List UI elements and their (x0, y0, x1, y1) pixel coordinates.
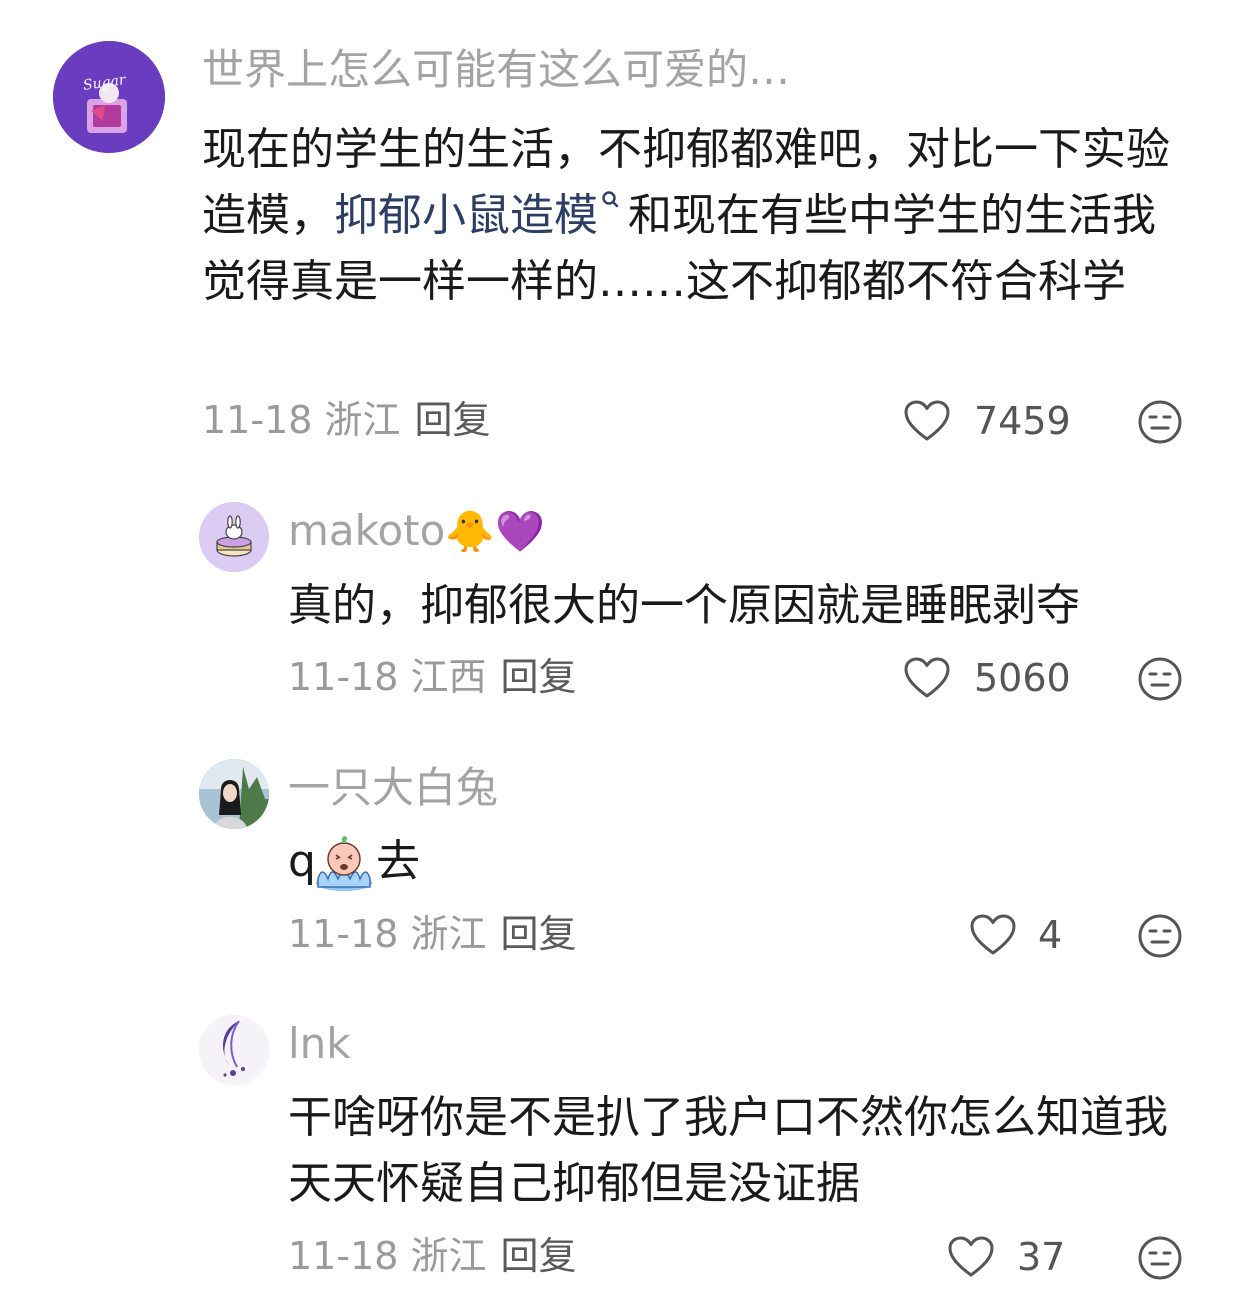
like-count: 5060 (974, 656, 1071, 700)
username-emoji: 🐥💜 (445, 509, 545, 555)
reply-button[interactable]: 回复 (501, 655, 577, 699)
comment-location: 浙江 (410, 1234, 487, 1278)
meh-face-icon[interactable] (1137, 656, 1183, 702)
avatar-image (199, 759, 269, 829)
search-link-label: 抑郁小鼠造模 (334, 190, 598, 241)
username[interactable]: 世界上怎么可能有这么可爱的… (202, 49, 790, 91)
comment-text-part: q (288, 836, 316, 887)
avatar[interactable]: Sugar (53, 41, 165, 153)
comment-text-part: 去 (375, 836, 420, 887)
username[interactable]: 一只大白兔 (288, 767, 498, 809)
comment-meta: 11-18 浙江 回复 (202, 401, 491, 439)
comment-meta: 11-18 浙江 回复 (288, 1237, 577, 1275)
comment-meta: 11-18 浙江 回复 (288, 915, 577, 953)
avatar-image (199, 1015, 269, 1085)
meh-face-icon[interactable] (1137, 399, 1183, 445)
comment-date: 11-18 (288, 912, 399, 956)
reply-button[interactable]: 回复 (501, 1234, 577, 1278)
username-text: makoto (288, 506, 446, 555)
username[interactable]: lnk (288, 1023, 351, 1065)
search-link[interactable]: 抑郁小鼠造模 (334, 190, 628, 241)
reply-button[interactable]: 回复 (415, 398, 491, 442)
heart-outline-icon[interactable] (903, 399, 951, 443)
like-count: 4 (1038, 913, 1063, 957)
comment-meta: 11-18 江西 回复 (288, 658, 577, 696)
heart-outline-icon[interactable] (903, 656, 951, 700)
avatar[interactable] (199, 759, 269, 829)
comment-text: 真的，抑郁很大的一个原因就是睡眠剥夺 (288, 580, 1080, 631)
like-count: 7459 (974, 399, 1071, 443)
comment-text: 干啥呀你是不是扒了我户口不然你怎么知道我天天怀疑自己抑郁但是没证据 (288, 1092, 1168, 1209)
comment-date: 11-18 (202, 398, 313, 442)
comment-location: 浙江 (410, 912, 487, 956)
meh-face-icon[interactable] (1137, 1235, 1183, 1281)
reply-button[interactable]: 回复 (501, 912, 577, 956)
comment-date: 11-18 (288, 1234, 399, 1278)
comment-location: 江西 (410, 655, 487, 699)
avatar-image (199, 502, 269, 572)
avatar[interactable] (199, 1015, 269, 1085)
comment-text: 现在的学生的生活，不抑郁都难吧，对比一下实验造模，抑郁小鼠造模 和现在有些中学生的… (202, 117, 1192, 315)
comment-location: 浙江 (324, 398, 401, 442)
comment-date: 11-18 (288, 655, 399, 699)
like-count: 37 (1017, 1235, 1066, 1279)
heart-outline-icon[interactable] (947, 1235, 995, 1279)
crying-face-emoji (315, 836, 372, 891)
heart-outline-icon[interactable] (969, 913, 1017, 957)
avatar[interactable] (199, 502, 269, 572)
username[interactable]: makoto🐥💜 (288, 509, 545, 555)
meh-face-icon[interactable] (1137, 913, 1183, 959)
avatar-image (53, 41, 165, 153)
comment-text: q 去 (288, 829, 1188, 895)
search-icon (602, 191, 619, 208)
